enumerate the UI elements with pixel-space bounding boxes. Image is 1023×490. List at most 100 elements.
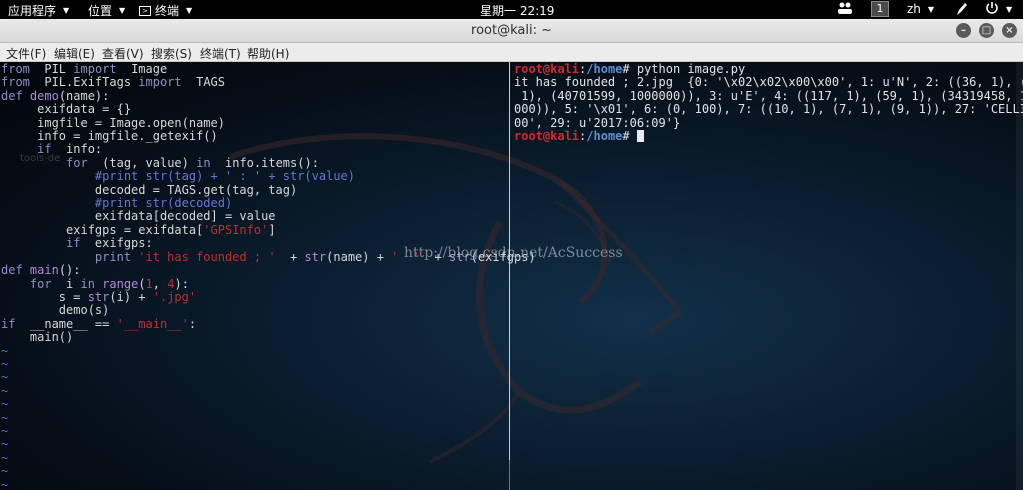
code-token: (): bbox=[58, 263, 81, 278]
code-line: def main(): bbox=[1, 263, 509, 278]
shell-output-line: 00', 29: u'2017:06:09'} bbox=[514, 115, 681, 130]
shell-output-line: it has founded ; 2.jpg {0: '\x02\x02\x00… bbox=[514, 75, 1023, 90]
menu-help[interactable]: 帮助(H) bbox=[247, 45, 289, 62]
code-token: ] bbox=[268, 222, 276, 237]
terminal-app-menu[interactable]: > 终端 ▼ bbox=[139, 2, 192, 19]
code-token: (i) + bbox=[109, 289, 153, 304]
code-token: i bbox=[51, 276, 81, 291]
code-token: decoded = TAGS.get(tag, tag) bbox=[1, 182, 298, 197]
prompt-user: root@kali bbox=[514, 129, 580, 144]
code-token: TAGS bbox=[181, 75, 225, 90]
empty-line-tilde: ~ bbox=[1, 477, 9, 490]
shell-pane[interactable]: root@kali:/home# python image.py it has f… bbox=[514, 62, 1023, 144]
code-token: range bbox=[94, 276, 139, 291]
code-editor-pane[interactable]: from PIL import Image from PIL.ExifTags i… bbox=[1, 62, 536, 490]
code-token: if bbox=[66, 236, 81, 251]
input-language-label: zh bbox=[907, 2, 921, 16]
menu-edit[interactable]: 编辑(E) bbox=[54, 45, 95, 62]
code-token: main bbox=[22, 263, 59, 278]
pane-divider[interactable] bbox=[509, 62, 510, 490]
code-token: in bbox=[80, 276, 95, 291]
shell-output-line: 000)), 5: '\x01', 6: (0, 100), 7: ((10, … bbox=[514, 102, 1023, 117]
terminal-area[interactable]: tools-de from PIL import Image from PIL.E… bbox=[0, 62, 1023, 490]
menu-file[interactable]: 文件(F) bbox=[6, 45, 46, 62]
code-token: '__main__' bbox=[116, 316, 189, 331]
code-token: import bbox=[73, 62, 117, 76]
code-token: for bbox=[66, 155, 88, 170]
pen-tool-icon[interactable] bbox=[955, 1, 969, 20]
code-line: for i in range(1, 4): bbox=[1, 276, 509, 291]
terminal-scrollbar[interactable] bbox=[1016, 62, 1023, 490]
dropdown-arrow-icon: ▼ bbox=[63, 6, 70, 15]
code-token: PIL bbox=[29, 62, 74, 76]
terminal-app-menu-label: 终端 bbox=[155, 4, 180, 18]
empty-line-tilde: ~ bbox=[1, 450, 9, 465]
terminal-icon: > bbox=[139, 5, 151, 16]
dropdown-arrow-icon: ▼ bbox=[1006, 5, 1013, 14]
code-token: info: bbox=[51, 142, 103, 157]
code-token: if bbox=[37, 142, 52, 157]
code-token: : bbox=[188, 316, 197, 331]
code-line: if info: bbox=[1, 143, 509, 156]
code-line: #print str(decoded) bbox=[1, 196, 509, 210]
code-token: 'GPSInfo' bbox=[203, 222, 269, 237]
clock[interactable]: 星期一 22:19 bbox=[480, 2, 554, 19]
power-menu[interactable]: ▼ bbox=[985, 1, 1012, 18]
empty-line-tilde: ~ bbox=[1, 423, 9, 438]
code-token: ( bbox=[138, 276, 146, 291]
code-token: in bbox=[196, 155, 211, 170]
dropdown-arrow-icon: ▼ bbox=[119, 6, 126, 15]
shell-prompt-line: root@kali:/home# python image.py bbox=[514, 62, 1022, 76]
code-token: , bbox=[152, 276, 168, 291]
code-line: def demo(name): bbox=[1, 88, 509, 103]
top-panel: 应用程序 ▼ 位置 ▼ > 终端 ▼ 星期一 22:19 1 zh ▼ ▼ bbox=[0, 0, 1023, 19]
code-line: info = imgfile._getexif() bbox=[1, 129, 509, 144]
maximize-button[interactable]: □ bbox=[979, 23, 994, 38]
code-line: exifgps = exifdata['GPSInfo'] bbox=[1, 222, 509, 237]
code-line: exifdata = {} bbox=[1, 103, 509, 116]
menu-bar: 文件(F) 编辑(E) 查看(V) 搜索(S) 终端(T) 帮助(H) bbox=[0, 43, 1023, 62]
code-token: (tag, value) bbox=[87, 155, 197, 170]
code-line: from PIL.ExifTags import TAGS bbox=[1, 76, 509, 89]
code-line: s = str(i) + '.jpg' bbox=[1, 289, 509, 304]
applications-menu[interactable]: 应用程序 ▼ bbox=[8, 2, 69, 19]
code-token: ): bbox=[174, 276, 189, 291]
input-language-menu[interactable]: zh ▼ bbox=[907, 2, 934, 16]
prompt-command: # python image.py bbox=[622, 62, 746, 76]
workspace-indicator[interactable]: 1 bbox=[871, 1, 889, 17]
prompt-path: /home bbox=[586, 129, 623, 144]
menu-view[interactable]: 查看(V) bbox=[102, 45, 144, 62]
code-token: def bbox=[1, 88, 23, 103]
user-status-icon[interactable] bbox=[837, 1, 853, 18]
code-token: main() bbox=[1, 330, 74, 345]
code-token: info = imgfile._getexif() bbox=[1, 129, 218, 144]
minimize-button[interactable]: – bbox=[956, 23, 971, 38]
places-menu-label: 位置 bbox=[88, 4, 113, 18]
empty-line-tilde: ~ bbox=[1, 437, 9, 452]
shell-output-line: 1), (40701599, 1000000)), 3: u'E', 4: ((… bbox=[514, 88, 1023, 103]
code-token: demo bbox=[22, 88, 59, 103]
menu-terminal[interactable]: 终端(T) bbox=[200, 45, 241, 62]
code-line: #print str(tag) + ' : ' + str(value) bbox=[1, 170, 509, 183]
places-menu[interactable]: 位置 ▼ bbox=[88, 2, 125, 19]
code-line: from PIL import Image bbox=[1, 62, 509, 76]
pane-divider-accent bbox=[509, 460, 510, 490]
empty-line-tilde: ~ bbox=[1, 383, 9, 398]
menu-search[interactable]: 搜索(S) bbox=[151, 45, 192, 62]
code-token: def bbox=[1, 263, 23, 278]
code-line: for (tag, value) in info.items(): bbox=[1, 155, 509, 170]
code-line: decoded = TAGS.get(tag, tag) bbox=[1, 182, 509, 197]
code-token: #print str(tag) + ' : ' + str(value) bbox=[94, 169, 356, 184]
empty-line-tilde: ~ bbox=[1, 370, 9, 385]
window-titlebar[interactable]: root@kali: ~ – □ × bbox=[0, 19, 1023, 43]
close-button[interactable]: × bbox=[1002, 23, 1017, 38]
code-token: s = bbox=[1, 289, 88, 304]
code-token: exifgps = exifdata[ bbox=[1, 222, 204, 237]
shell-prompt-line: root@kali:/home# bbox=[514, 129, 1022, 144]
prompt-user: root@kali bbox=[514, 62, 580, 76]
code-line: imgfile = Image.open(name) bbox=[1, 116, 509, 130]
code-token: from bbox=[1, 62, 30, 76]
